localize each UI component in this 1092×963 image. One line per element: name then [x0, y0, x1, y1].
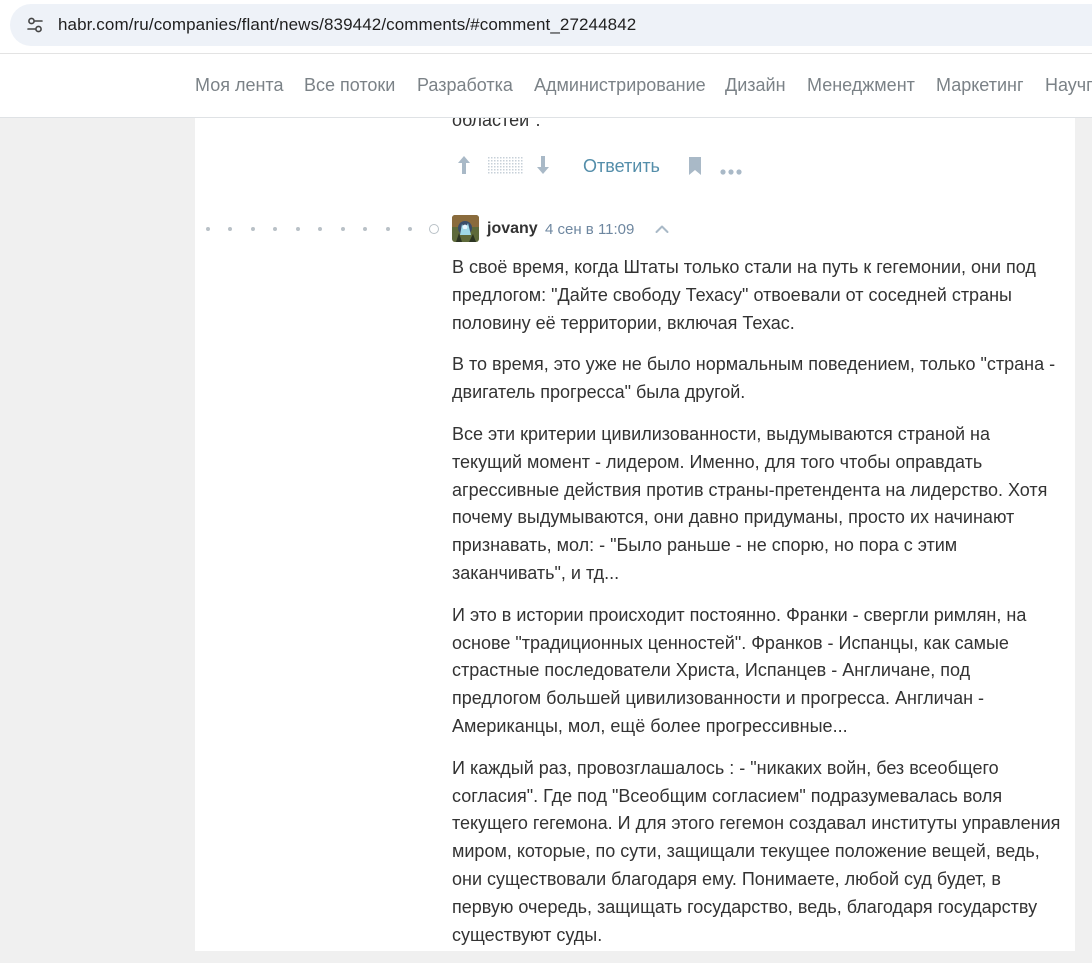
- chevron-up-icon[interactable]: [655, 221, 669, 239]
- comments-panel: областей". Ответить jovany 4 сен в 11:09…: [195, 118, 1075, 951]
- nav-item-science[interactable]: Научп: [1045, 75, 1092, 96]
- nav-item-my-feed[interactable]: Моя лента: [195, 75, 283, 96]
- browser-address-bar: habr.com/ru/companies/flant/news/839442/…: [0, 0, 1092, 54]
- previous-comment-text: областей".: [452, 118, 541, 130]
- comment-paragraph: В то время, это уже не было нормальным п…: [452, 354, 1056, 403]
- tune-icon[interactable]: [24, 14, 46, 36]
- nav-item-design[interactable]: Дизайн: [725, 75, 786, 96]
- thread-dot: [273, 227, 277, 231]
- nav-item-administration[interactable]: Администрирование: [534, 75, 706, 96]
- comment-body: В своё время, когда Штаты только стали н…: [452, 254, 1062, 963]
- comment-author[interactable]: jovany: [487, 220, 538, 238]
- thread-dot: [251, 227, 255, 231]
- thread-dot: [408, 227, 412, 231]
- url-field[interactable]: habr.com/ru/companies/flant/news/839442/…: [10, 4, 1092, 46]
- url-text[interactable]: habr.com/ru/companies/flant/news/839442/…: [58, 15, 636, 35]
- nav-item-development[interactable]: Разработка: [417, 75, 513, 96]
- thread-dot: [206, 227, 210, 231]
- comment-header: jovany 4 сен в 11:09: [452, 215, 1052, 243]
- reply-button[interactable]: Ответить: [583, 156, 660, 177]
- arrow-up-icon[interactable]: [457, 155, 471, 180]
- habr-nav-bar: Моя лента Все потоки Разработка Админист…: [0, 54, 1092, 118]
- comment-paragraph: Все эти критерии цивилизованности, выдум…: [452, 423, 1048, 583]
- nav-item-all-streams[interactable]: Все потоки: [304, 75, 395, 96]
- thread-dot: [341, 227, 345, 231]
- thread-depth-indicator: [203, 224, 443, 234]
- avatar[interactable]: [452, 215, 479, 242]
- comment-actions: Ответить: [452, 152, 852, 182]
- comment-paragraph: И каждый раз, провозглашалось : - "никак…: [452, 757, 1061, 945]
- thread-dot: [386, 227, 390, 231]
- arrow-down-icon[interactable]: [536, 155, 550, 180]
- thread-dot: [318, 227, 322, 231]
- thread-dot: [296, 227, 300, 231]
- bookmark-icon[interactable]: [688, 156, 702, 181]
- more-dots-icon[interactable]: [720, 163, 742, 181]
- nav-item-marketing[interactable]: Маркетинг: [936, 75, 1024, 96]
- thread-dot: [228, 227, 232, 231]
- comment-paragraph: И это в истории происходит постоянно. Фр…: [452, 604, 1027, 736]
- thread-dot: [363, 227, 367, 231]
- nav-item-management[interactable]: Менеджмент: [807, 75, 915, 96]
- previous-comment-tail: областей".: [452, 118, 1052, 132]
- score-placeholder-icon: [488, 157, 524, 180]
- comment-paragraph: В своё время, когда Штаты только стали н…: [452, 257, 1036, 333]
- thread-ring: [429, 224, 439, 234]
- comment-time[interactable]: 4 сен в 11:09: [545, 221, 634, 238]
